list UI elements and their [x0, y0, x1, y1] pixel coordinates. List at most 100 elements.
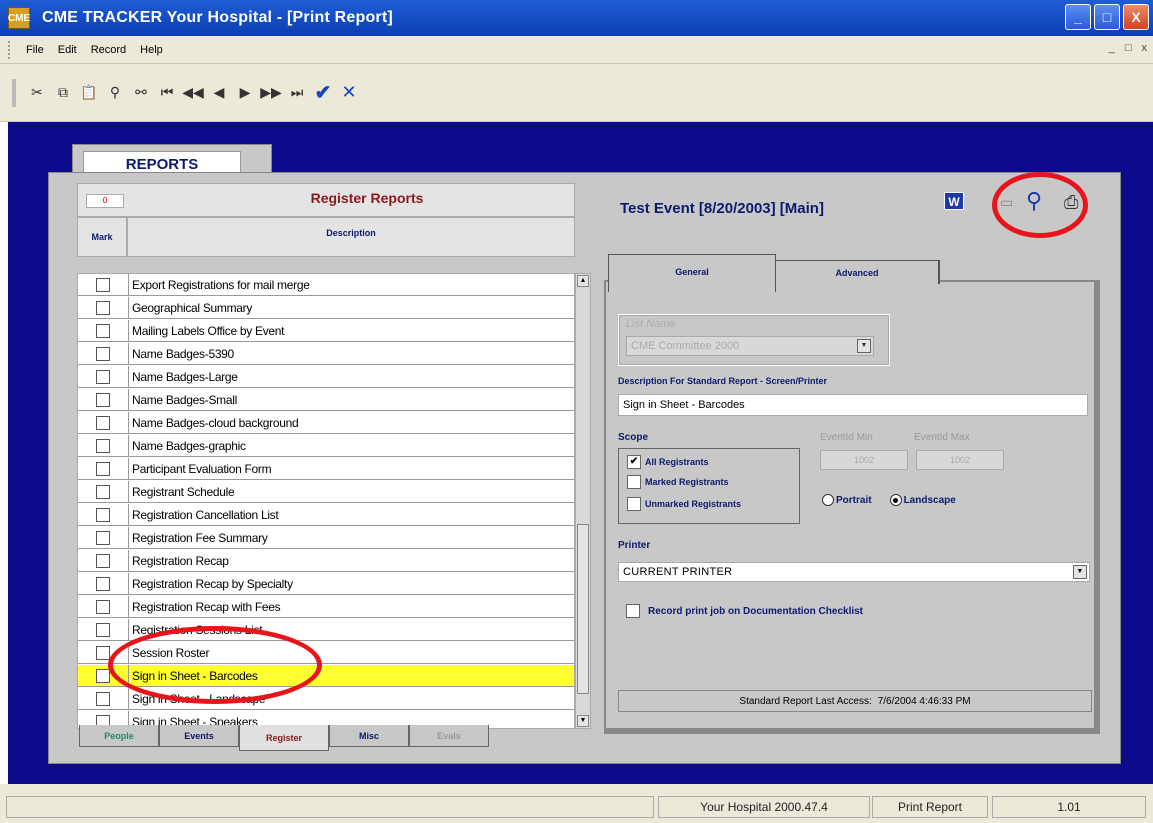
list-item[interactable]: Name Badges-graphic — [78, 435, 574, 457]
mark-checkbox[interactable] — [96, 484, 110, 499]
mark-checkbox[interactable] — [96, 346, 110, 361]
mark-checkbox[interactable] — [96, 599, 110, 614]
minimize-button[interactable]: _ — [1065, 4, 1091, 30]
eventid-min-input[interactable]: 1002 — [820, 450, 908, 470]
list-item[interactable]: Registration Recap by Specialty — [78, 573, 574, 595]
save-check-icon[interactable]: ✔ — [312, 82, 334, 104]
mark-checkbox[interactable] — [96, 277, 110, 292]
scope-all-registrants[interactable]: ✔ All Registrants — [627, 455, 709, 469]
column-header-mark[interactable]: Mark — [77, 217, 127, 257]
scope-marked-checkbox[interactable] — [627, 475, 641, 489]
menu-help[interactable]: Help — [140, 44, 163, 56]
landscape-radio[interactable] — [889, 494, 902, 506]
mark-checkbox[interactable] — [96, 622, 110, 637]
mark-checkbox[interactable] — [96, 369, 110, 384]
eventid-max-input[interactable]: 1002 — [916, 450, 1004, 470]
cut-icon[interactable]: ✂ — [26, 82, 48, 104]
mdi-restore-button[interactable]: □ — [1125, 42, 1132, 54]
last-record-icon[interactable]: ⏭ — [286, 82, 308, 104]
scope-marked-registrants[interactable]: Marked Registrants — [627, 475, 729, 489]
mark-checkbox[interactable] — [96, 323, 110, 338]
tab-general[interactable]: General — [608, 254, 776, 292]
list-item-label: Session Roster — [132, 645, 210, 660]
printer-select[interactable]: CURRENT PRINTER ▼ — [618, 562, 1090, 582]
maximize-button[interactable]: □ — [1094, 4, 1120, 30]
scroll-up-arrow[interactable]: ▲ — [577, 275, 589, 287]
tab-people[interactable]: People — [79, 725, 159, 747]
next-record-icon[interactable]: ▶ — [234, 82, 256, 104]
mark-checkbox[interactable] — [96, 691, 110, 706]
mark-checkbox[interactable] — [96, 392, 110, 407]
menu-file[interactable]: File — [26, 44, 44, 56]
list-item[interactable]: Registration Cancellation List — [78, 504, 574, 526]
row-divider — [128, 343, 129, 364]
printer-icon[interactable]: ⎙ — [1064, 192, 1078, 213]
list-name-dropdown-icon[interactable]: ▼ — [857, 339, 871, 353]
list-item[interactable]: Name Badges-cloud background — [78, 412, 574, 434]
status-left — [6, 796, 654, 818]
list-item[interactable]: Registration Recap — [78, 550, 574, 572]
rewind-icon[interactable]: ◀◀ — [182, 82, 204, 104]
tab-events[interactable]: Events — [159, 725, 239, 747]
scope-all-checkbox[interactable]: ✔ — [627, 455, 641, 469]
mark-checkbox[interactable] — [96, 553, 110, 568]
list-item[interactable]: Session Roster — [78, 642, 574, 664]
fast-forward-icon[interactable]: ▶▶ — [260, 82, 282, 104]
list-item[interactable]: Name Badges-5390 — [78, 343, 574, 365]
list-item[interactable]: Sign in Sheet - Landscape — [78, 688, 574, 710]
list-item[interactable]: Name Badges-Large — [78, 366, 574, 388]
mark-checkbox[interactable] — [96, 438, 110, 453]
list-item[interactable]: Name Badges-Small — [78, 389, 574, 411]
document-icon[interactable]: ▭ — [1000, 194, 1013, 211]
print-preview-icon[interactable]: ⚲ — [1026, 188, 1042, 214]
tab-register[interactable]: Register — [239, 725, 329, 751]
row-divider — [128, 389, 129, 410]
list-scrollbar[interactable]: ▲ ▼ — [575, 273, 591, 729]
find-icon[interactable]: ⚲ — [104, 82, 126, 104]
paste-icon[interactable]: 📋 — [78, 82, 100, 104]
list-item[interactable]: Sign in Sheet - Barcodes — [78, 665, 574, 687]
list-item[interactable]: Registration Sessions List — [78, 619, 574, 641]
word-export-icon[interactable]: W — [944, 192, 964, 210]
mark-checkbox[interactable] — [96, 507, 110, 522]
mark-checkbox[interactable] — [96, 415, 110, 430]
list-item[interactable]: Participant Evaluation Form — [78, 458, 574, 480]
menu-record[interactable]: Record — [91, 44, 126, 56]
record-print-job[interactable]: Record print job on Documentation Checkl… — [626, 604, 863, 618]
scope-unmarked-checkbox[interactable] — [627, 497, 641, 511]
list-item[interactable]: Geographical Summary — [78, 297, 574, 319]
column-header-description[interactable]: Description — [127, 217, 575, 257]
row-divider — [128, 596, 129, 617]
record-print-job-checkbox[interactable] — [626, 604, 640, 618]
portrait-radio[interactable] — [822, 494, 834, 506]
list-item[interactable]: Registration Recap with Fees — [78, 596, 574, 618]
mark-checkbox[interactable] — [96, 645, 110, 660]
first-record-icon[interactable]: ⏮ — [156, 82, 178, 104]
tab-misc[interactable]: Misc — [329, 725, 409, 747]
mark-checkbox[interactable] — [96, 461, 110, 476]
mark-checkbox[interactable] — [96, 300, 110, 315]
list-item[interactable]: Mailing Labels Office by Event — [78, 320, 574, 342]
mark-checkbox[interactable] — [96, 530, 110, 545]
close-button[interactable]: X — [1123, 4, 1149, 30]
list-item[interactable]: Registration Fee Summary — [78, 527, 574, 549]
tab-advanced[interactable]: Advanced — [776, 260, 940, 284]
cancel-icon[interactable]: ✕ — [338, 82, 360, 104]
tab-evals[interactable]: Evals — [409, 725, 489, 747]
find-replace-icon[interactable]: ⚯ — [130, 82, 152, 104]
status-hospital: Your Hospital 2000.47.4 — [658, 796, 870, 818]
menu-edit[interactable]: Edit — [58, 44, 77, 56]
scope-unmarked-registrants[interactable]: Unmarked Registrants — [627, 497, 741, 511]
copy-icon[interactable]: ⧉ — [52, 82, 74, 104]
list-item[interactable]: Registrant Schedule — [78, 481, 574, 503]
description-input[interactable]: Sign in Sheet - Barcodes — [618, 394, 1088, 416]
mdi-minimize-button[interactable]: _ — [1109, 42, 1115, 54]
scroll-thumb[interactable] — [577, 524, 589, 694]
list-item[interactable]: Export Registrations for mail merge — [78, 274, 574, 296]
prev-record-icon[interactable]: ◀ — [208, 82, 230, 104]
mdi-close-button[interactable]: x — [1142, 42, 1148, 54]
list-name-select[interactable]: CME Committee 2000 ▼ — [626, 336, 874, 356]
printer-dropdown-icon[interactable]: ▼ — [1073, 565, 1087, 579]
mark-checkbox[interactable] — [96, 576, 110, 591]
mark-checkbox[interactable] — [96, 668, 110, 683]
